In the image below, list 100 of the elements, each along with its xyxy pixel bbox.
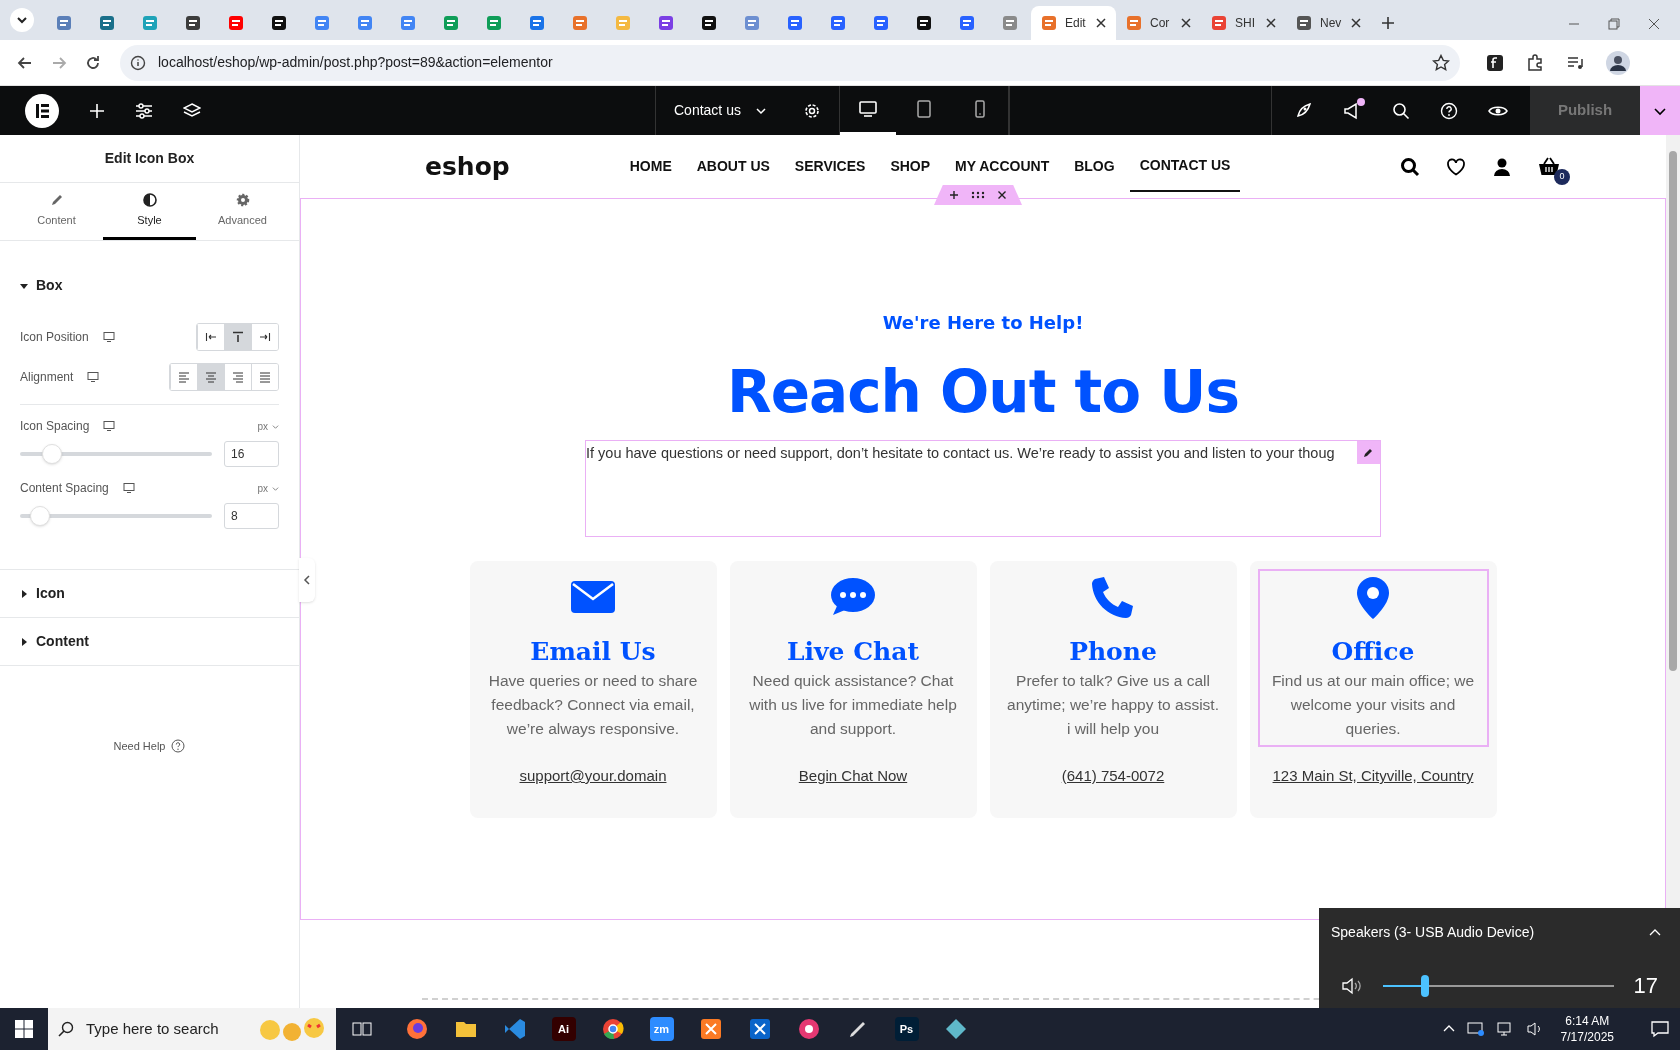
card-title: Email Us (530, 637, 656, 667)
speaker-icon[interactable] (1526, 1021, 1543, 1037)
site-logo[interactable]: eshop (425, 147, 510, 186)
nav-link[interactable]: SERVICES (794, 152, 866, 181)
volume-reading: 17 (1633, 972, 1658, 1000)
clock[interactable]: 6:14 AM 7/17/2025 (1554, 1013, 1620, 1045)
panel-title: Edit Icon Box (0, 135, 299, 183)
restore-icon[interactable] (1608, 18, 1620, 30)
device-tray-icon[interactable] (1466, 1021, 1485, 1037)
extensions-puzzle-icon[interactable] (1526, 53, 1544, 72)
slider-thumb[interactable] (29, 506, 50, 526)
audio-device-name[interactable]: Speakers (3- USB Audio Device) (1331, 922, 1535, 943)
page-settings-icon[interactable] (802, 101, 821, 120)
nav-link[interactable]: SHOP (890, 152, 931, 181)
basket-icon[interactable] (1538, 156, 1560, 177)
browser-tab[interactable]: SHI (1201, 6, 1286, 40)
option-button[interactable] (251, 364, 278, 390)
volume-slider-thumb[interactable] (1420, 974, 1429, 997)
notification-icon[interactable] (1650, 1020, 1670, 1038)
app-icon: Ps (894, 1017, 919, 1041)
search-icon[interactable] (1392, 101, 1410, 120)
contact-link[interactable]: support@your.domain (519, 765, 667, 788)
section-toggle[interactable]: Box (20, 275, 279, 296)
edit-widget-button[interactable] (1357, 441, 1380, 464)
close-icon[interactable] (1096, 18, 1106, 28)
browser-tab[interactable]: Nev (1286, 6, 1371, 40)
user-icon[interactable] (1492, 156, 1512, 177)
layers-icon[interactable] (183, 101, 201, 120)
windows-start-icon[interactable] (15, 1020, 33, 1038)
card-title: Live Chat (787, 637, 919, 667)
number-input[interactable]: 8 (224, 503, 279, 529)
text-align-center-icon (205, 371, 217, 383)
browser-tab[interactable]: Edit (1031, 6, 1116, 40)
caret-icon (20, 637, 28, 646)
profile-avatar-icon[interactable] (1606, 50, 1630, 75)
add-element-icon[interactable] (89, 102, 105, 119)
close-icon[interactable] (1266, 18, 1276, 28)
app-icon: zm (649, 1017, 674, 1041)
volume-slider[interactable] (1383, 974, 1614, 997)
new-tab-icon[interactable] (1381, 16, 1395, 30)
rocket-icon[interactable] (1294, 101, 1312, 120)
card-text: Find us at our main office; we welcome your visits and queries. (1270, 671, 1476, 739)
extension-f-icon[interactable] (1486, 53, 1504, 72)
collapse-panel-button[interactable] (299, 558, 315, 602)
nav-link[interactable]: ABOUT US (696, 152, 770, 181)
slider-thumb[interactable] (42, 444, 63, 464)
close-icon[interactable] (1181, 18, 1191, 28)
bookmark-star-icon[interactable] (1432, 53, 1450, 72)
contrast-icon (141, 191, 158, 208)
search-icon[interactable] (1400, 156, 1420, 177)
tab-search-button[interactable] (10, 8, 34, 32)
section-subtitle: We're Here to Help! (882, 311, 1084, 335)
nav-link[interactable]: BLOG (1074, 152, 1115, 181)
taskbar-app-button[interactable]: Ps (882, 1008, 931, 1050)
contact-link[interactable]: 123 Main St, Cityville, Country (1272, 765, 1474, 788)
section-heading: Reach Out to Us (727, 357, 1239, 428)
scrollbar-thumb[interactable] (1669, 151, 1677, 671)
chevron-down-icon (272, 422, 279, 430)
option-button[interactable] (197, 364, 224, 390)
nav-link[interactable]: MY ACCOUNT (955, 152, 1050, 181)
url-text: localhost/eshop/wp-admin/post.php?post=89&action=elementor (158, 53, 553, 72)
need-help-link[interactable]: Need Help (0, 738, 299, 755)
close-icon[interactable] (1648, 18, 1660, 30)
elementor-logo-icon[interactable] (25, 93, 59, 128)
number-input[interactable]: 16 (224, 441, 279, 467)
field-label: Icon Position (20, 329, 89, 346)
app-icon: Ai (551, 1017, 576, 1041)
close-icon[interactable] (997, 190, 1007, 200)
search-input[interactable]: Type here to search (86, 1017, 246, 1041)
option-button[interactable] (224, 324, 251, 350)
desktop-icon (102, 331, 115, 343)
add-icon[interactable] (949, 190, 959, 200)
drag-handle-icon[interactable] (971, 191, 985, 199)
taskbar-search-field[interactable]: Type here to search (48, 1008, 336, 1050)
tab-title: Edit (1065, 15, 1086, 32)
contact-link[interactable]: Begin Chat Now (798, 765, 908, 788)
section-toggle[interactable]: Content (20, 631, 89, 652)
page-name-dropdown[interactable]: Contact us (656, 86, 785, 135)
site-settings-icon[interactable] (135, 101, 153, 120)
task-view-icon[interactable] (352, 1020, 372, 1038)
nav-link[interactable]: HOME (629, 152, 672, 181)
option-button[interactable] (251, 324, 278, 350)
panel-tab[interactable]: Style (103, 183, 196, 240)
desktop-icon (87, 371, 100, 383)
browser-tab[interactable]: Cor (1116, 6, 1201, 40)
close-icon[interactable] (1351, 18, 1361, 28)
nav-link[interactable]: CONTACT US (1129, 141, 1241, 192)
heart-icon[interactable] (1446, 157, 1466, 176)
unit-selector[interactable]: px (257, 480, 279, 496)
desktop-icon (122, 482, 135, 494)
taskbar-app-button[interactable]: Ai (539, 1008, 588, 1050)
address-bar[interactable]: localhost/eshop/wp-admin/post.php?post=89&action=elementor (120, 44, 1460, 81)
panel-tab[interactable]: Advanced (196, 183, 289, 240)
panel-tab[interactable]: Content (10, 183, 103, 240)
contact-link[interactable]: (641) 754-0072 (1061, 765, 1165, 788)
help-icon[interactable] (1440, 101, 1458, 120)
reload-icon[interactable] (84, 53, 102, 72)
align-left-icon (205, 331, 217, 343)
section-toggle[interactable]: Icon (20, 583, 65, 604)
unit-selector[interactable]: px (257, 418, 279, 434)
